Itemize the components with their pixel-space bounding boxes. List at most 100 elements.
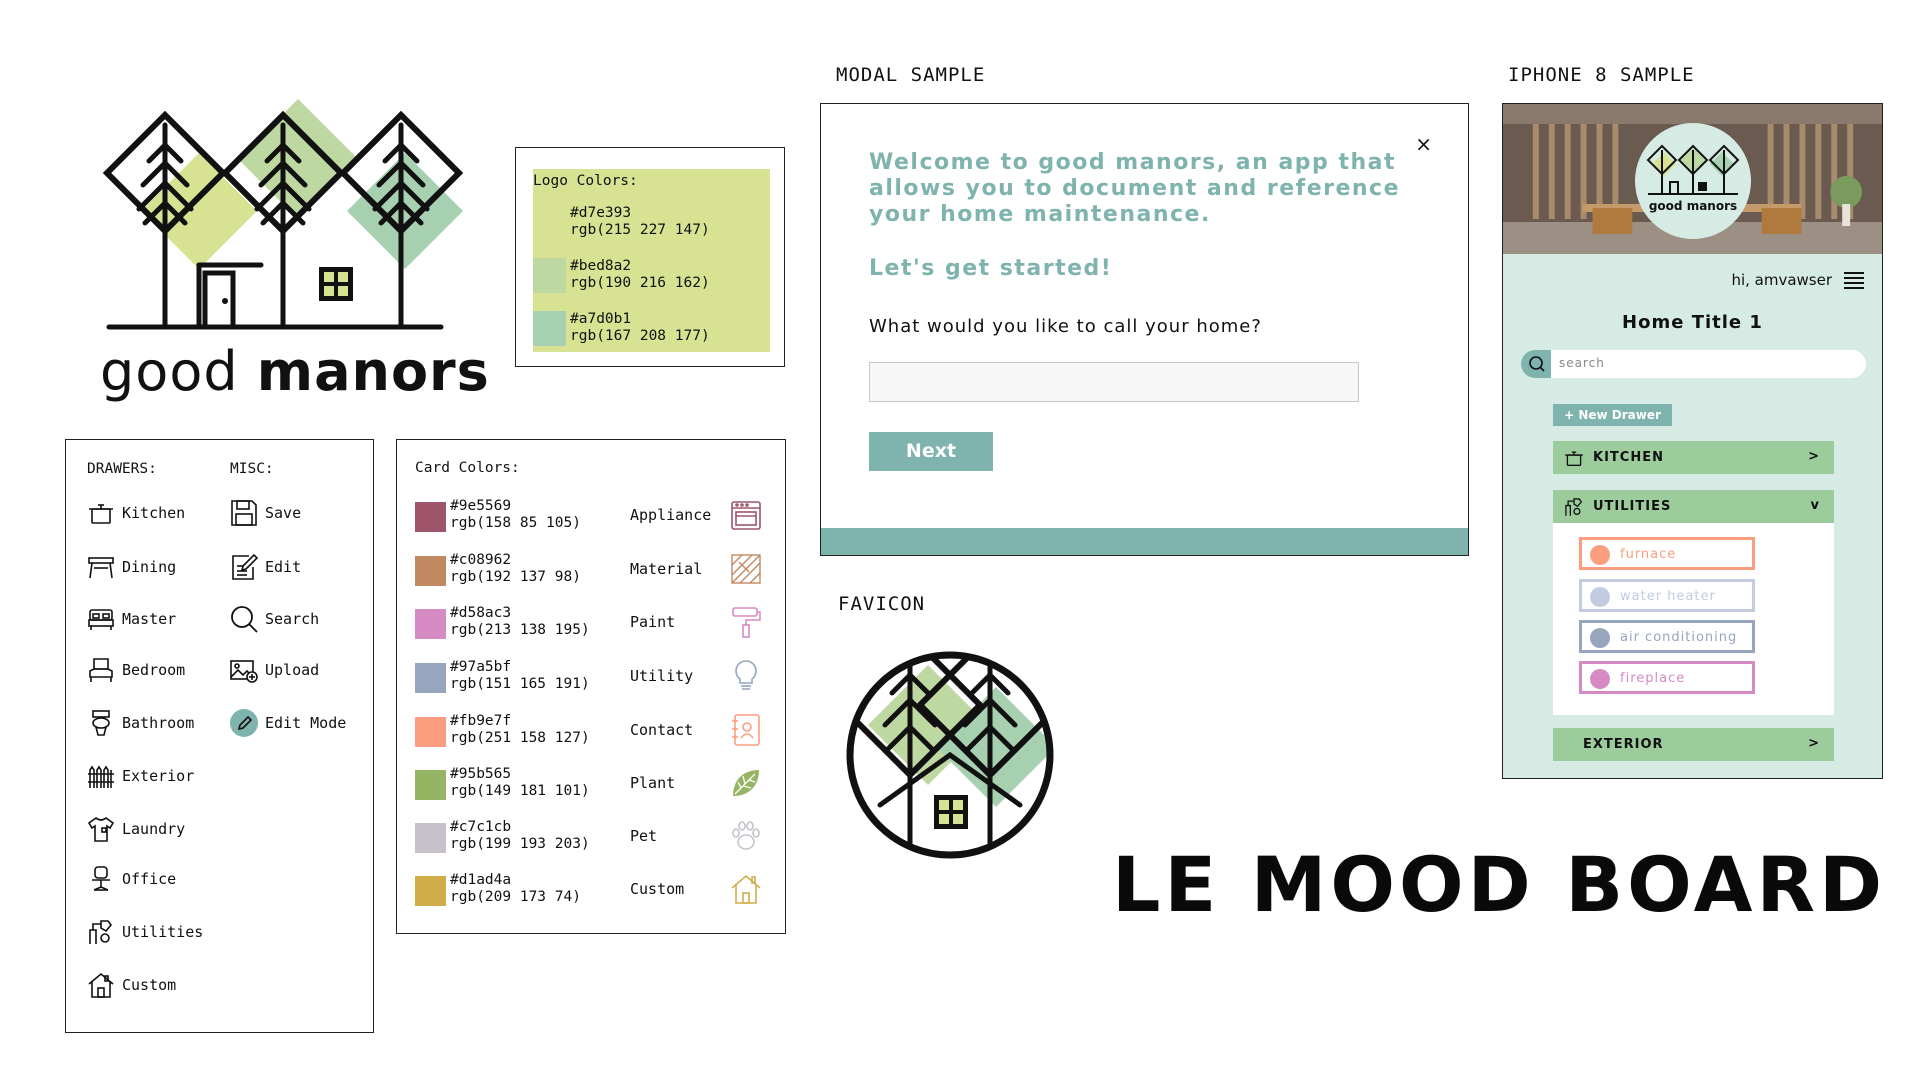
utilities-icon <box>89 920 113 944</box>
search-icon <box>1529 356 1545 372</box>
card-color-row: #c08962 rgb(192 137 98) Material <box>415 552 775 592</box>
drawer-label: EXTERIOR <box>1583 737 1664 752</box>
upload-image-icon <box>230 660 258 683</box>
drawer-icons-panel: DRAWERS: MISC: Kitchen Dining Master Bed… <box>65 439 374 1033</box>
mood-board-title: LE MOOD BOARD <box>1112 840 1887 929</box>
iphone-sample-screen: good manors hi, amvawser Home Title 1 se… <box>1502 103 1883 779</box>
utility-item-air-conditioning[interactable]: air conditioning <box>1579 620 1755 653</box>
phone-logo-badge <box>1635 123 1751 239</box>
fence-icon <box>88 765 114 788</box>
card-colors-panel: Card Colors: #9e5569 rgb(158 85 105) App… <box>396 439 786 934</box>
drawer-label: Master <box>122 610 177 628</box>
color-swatch <box>533 311 566 346</box>
color-swatch <box>415 663 446 693</box>
drawer-item-laundry[interactable]: Laundry <box>86 812 185 846</box>
drawer-item-utilities[interactable]: Utilities <box>86 915 203 949</box>
misc-item-edit-mode[interactable]: Edit Mode <box>229 706 346 740</box>
utility-item-fireplace[interactable]: fireplace <box>1579 661 1755 694</box>
chevron-down-icon: v <box>1810 498 1820 513</box>
misc-item-search[interactable]: Search <box>229 602 319 636</box>
misc-item-save[interactable]: Save <box>229 496 301 530</box>
drawer-exterior[interactable]: EXTERIOR > <box>1553 728 1834 761</box>
color-rgb: rgb(149 181 101) <box>450 783 590 799</box>
color-hex: #c7c1cb <box>450 819 512 835</box>
new-drawer-button[interactable]: + New Drawer <box>1553 404 1672 426</box>
chevron-right-icon: > <box>1808 736 1820 751</box>
color-rgb: rgb(213 138 195) <box>450 622 590 638</box>
utility-color-dot <box>1590 545 1610 565</box>
utility-label: furnace <box>1620 547 1677 562</box>
drawer-item-bathroom[interactable]: Bathroom <box>86 706 194 740</box>
card-color-row: #d1ad4a rgb(209 173 74) Custom <box>415 872 775 912</box>
utility-color-dot <box>1590 628 1610 648</box>
utilities-icon <box>1565 498 1583 516</box>
color-hex: #a7d0b1 <box>570 311 632 327</box>
lightbulb-icon <box>735 660 757 690</box>
misc-item-edit[interactable]: Edit <box>229 550 301 584</box>
toilet-icon <box>92 710 110 736</box>
logo-wordmark: good manors <box>100 340 490 403</box>
search-icon <box>231 606 258 633</box>
utility-item-furnace[interactable]: furnace <box>1579 537 1755 570</box>
card-color-row: #95b565 rgb(149 181 101) Plant <box>415 766 775 806</box>
table-icon <box>88 557 114 579</box>
color-swatch <box>415 556 446 586</box>
color-swatch <box>415 717 446 747</box>
pot-icon <box>89 504 113 524</box>
paw-icon <box>732 821 760 850</box>
utility-color-dot <box>1590 587 1610 607</box>
card-type-label: Material <box>630 560 703 578</box>
color-rgb: rgb(215 227 147) <box>570 222 710 238</box>
drawer-label: Bedroom <box>122 661 186 679</box>
shirt-icon <box>87 816 115 842</box>
edit-mode-icon <box>230 709 258 737</box>
card-color-row: #fb9e7f rgb(251 158 127) Contact <box>415 713 775 753</box>
drawer-item-dining[interactable]: Dining <box>86 550 176 584</box>
card-type-label: Appliance <box>630 506 712 524</box>
drawer-item-master[interactable]: Master <box>86 602 176 636</box>
home-name-input[interactable] <box>869 362 1359 402</box>
leaf-icon <box>733 770 759 796</box>
office-chair-icon <box>92 866 110 891</box>
drawer-label: Laundry <box>122 820 186 838</box>
favicon-logo <box>846 651 1054 859</box>
utility-item-water-heater[interactable]: water heater <box>1579 579 1755 612</box>
drawer-kitchen[interactable]: KITCHEN > <box>1553 441 1834 474</box>
modal-footer-bar <box>821 528 1468 555</box>
logo-color-row: #bed8a2 rgb(190 216 162) <box>533 258 770 298</box>
search-bar[interactable]: search <box>1521 350 1866 378</box>
bed-icon <box>88 609 114 630</box>
card-type-label: Custom <box>630 880 685 898</box>
color-hex: #bed8a2 <box>570 258 632 274</box>
edit-icon <box>232 553 259 580</box>
color-swatch <box>415 823 446 853</box>
color-rgb: rgb(151 165 191) <box>450 676 590 692</box>
chevron-right-icon: > <box>1808 449 1820 464</box>
drawer-item-kitchen[interactable]: Kitchen <box>86 496 185 530</box>
misc-item-upload[interactable]: Upload <box>229 653 319 687</box>
drawer-item-bedroom[interactable]: Bedroom <box>86 653 185 687</box>
next-button[interactable]: Next <box>869 432 993 471</box>
card-color-row: #9e5569 rgb(158 85 105) Appliance <box>415 498 775 538</box>
utility-label: water heater <box>1620 589 1716 604</box>
home-name-question: What would you like to call your home? <box>869 316 1262 337</box>
card-color-row: #c7c1cb rgb(199 193 203) Pet <box>415 819 775 859</box>
hatch-material-icon <box>731 554 761 584</box>
drawer-item-exterior[interactable]: Exterior <box>86 759 194 793</box>
misc-label: Search <box>265 610 320 628</box>
drawer-item-office[interactable]: Office <box>86 862 176 896</box>
logo-colors-title: Logo Colors: <box>533 173 638 189</box>
single-bed-icon <box>89 658 113 682</box>
pot-icon <box>1565 451 1583 466</box>
drawer-item-custom[interactable]: Custom <box>86 968 176 1002</box>
search-input[interactable]: search <box>1559 356 1605 370</box>
drawer-utilities[interactable]: UTILITIES v <box>1553 490 1834 523</box>
color-hex: #d58ac3 <box>450 605 512 621</box>
hamburger-menu-icon[interactable] <box>1842 270 1866 290</box>
card-colors-title: Card Colors: <box>415 460 520 476</box>
color-rgb: rgb(158 85 105) <box>450 515 581 531</box>
phone-brand-text: good manors <box>1648 199 1738 213</box>
misc-label: Edit Mode <box>265 714 347 732</box>
color-rgb: rgb(190 216 162) <box>570 275 710 291</box>
color-swatch <box>533 205 566 240</box>
